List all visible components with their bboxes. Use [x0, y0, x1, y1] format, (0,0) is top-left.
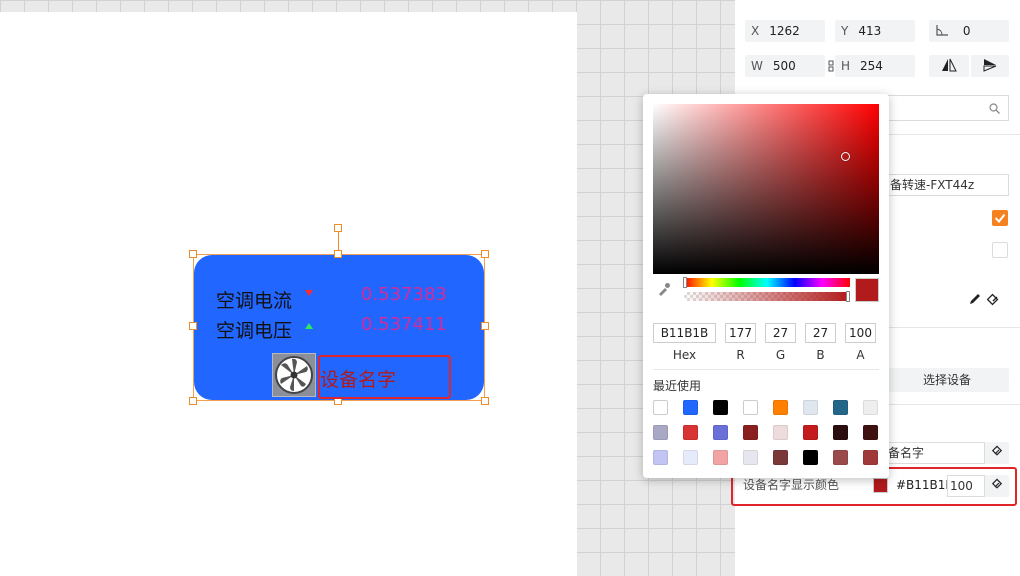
resize-handle-right[interactable]	[481, 322, 489, 330]
recent-color-swatch[interactable]	[683, 450, 698, 465]
link-icon[interactable]	[986, 291, 1003, 310]
hue-slider-thumb[interactable]	[683, 277, 687, 288]
flip-horizontal-button[interactable]	[929, 55, 969, 77]
recent-color-swatch[interactable]	[863, 425, 878, 440]
resize-handle-left[interactable]	[189, 322, 197, 330]
recent-color-swatch[interactable]	[743, 400, 758, 415]
bind-data-button-name[interactable]	[985, 442, 1009, 464]
highlight-box-device-name	[318, 355, 451, 399]
flip-vertical-button[interactable]	[971, 55, 1009, 77]
recent-color-swatch[interactable]	[713, 450, 728, 465]
width-field[interactable]: W 500	[745, 55, 825, 77]
a-label: A	[856, 348, 865, 362]
recent-color-swatch[interactable]	[803, 450, 818, 465]
flip-horizontal-icon	[942, 58, 957, 72]
b-label: B	[816, 348, 825, 362]
device-name-input[interactable]: 备名字	[885, 442, 985, 464]
color-preview-swatch	[855, 278, 879, 302]
recent-color-swatch[interactable]	[833, 425, 848, 440]
link-icon	[991, 445, 1003, 456]
resize-handle-top[interactable]	[334, 250, 342, 258]
x-field[interactable]: X 1262	[745, 20, 825, 42]
eyedropper-icon[interactable]	[657, 282, 671, 300]
recent-color-swatch[interactable]	[773, 450, 788, 465]
hex-label: Hex	[672, 348, 697, 362]
color-picker-popup: B11B1B 177 27 27 100 Hex R G B A 最近使用	[643, 94, 889, 478]
resize-handle-top-right[interactable]	[481, 250, 489, 258]
rotation-field[interactable]: 0	[929, 20, 1009, 42]
recent-color-swatch[interactable]	[863, 450, 878, 465]
recent-color-swatch[interactable]	[653, 450, 668, 465]
checkbox-checked[interactable]	[992, 210, 1008, 226]
g-input[interactable]: 27	[765, 323, 796, 343]
select-device-button[interactable]: 选择设备	[885, 368, 1009, 392]
y-field[interactable]: Y 413	[835, 20, 915, 42]
recent-color-swatch[interactable]	[713, 400, 728, 415]
r-label: R	[736, 348, 745, 362]
edit-icon[interactable]	[968, 292, 982, 309]
current-value: 0.537383	[361, 284, 447, 305]
angle-icon	[935, 24, 953, 38]
down-arrow-icon	[305, 289, 313, 299]
recent-color-swatch[interactable]	[833, 400, 848, 415]
resize-handle-bottom-left[interactable]	[189, 397, 197, 405]
fan-icon	[272, 353, 316, 397]
recent-color-swatch[interactable]	[803, 425, 818, 440]
flip-vertical-icon	[983, 59, 997, 72]
recent-color-swatch[interactable]	[863, 400, 878, 415]
saturation-value-area[interactable]	[653, 104, 879, 274]
recent-color-swatch[interactable]	[773, 400, 788, 415]
alpha-slider-thumb[interactable]	[846, 291, 850, 302]
up-arrow-icon	[305, 322, 313, 332]
voltage-value: 0.537411	[361, 314, 447, 335]
r-input[interactable]: 177	[725, 323, 756, 343]
current-label: 空调电流	[216, 290, 293, 312]
recent-color-swatch[interactable]	[833, 450, 848, 465]
voltage-label: 空调电压	[216, 320, 293, 342]
resize-handle-top-left[interactable]	[189, 250, 197, 258]
recent-color-swatch[interactable]	[803, 400, 818, 415]
g-label: G	[775, 348, 786, 362]
recent-color-swatch[interactable]	[773, 425, 788, 440]
recent-color-swatch[interactable]	[653, 425, 668, 440]
alpha-slider[interactable]	[684, 292, 850, 301]
lock-ratio-icon[interactable]	[828, 60, 834, 75]
hex-input[interactable]: B11B1B	[653, 323, 716, 343]
height-field[interactable]: H 254	[835, 55, 915, 77]
resize-handle-bottom-right[interactable]	[481, 397, 489, 405]
rotation-handle[interactable]	[334, 224, 342, 232]
color-cursor[interactable]	[841, 152, 850, 161]
recent-color-swatch[interactable]	[683, 400, 698, 415]
divider	[653, 369, 879, 370]
a-input[interactable]: 100	[845, 323, 876, 343]
recent-color-swatch[interactable]	[683, 425, 698, 440]
device-id-input[interactable]: 备转速-FXT44z	[885, 174, 1009, 196]
recent-color-swatch[interactable]	[713, 425, 728, 440]
recent-color-swatch[interactable]	[743, 425, 758, 440]
checkbox-unchecked[interactable]	[992, 242, 1008, 258]
b-input[interactable]: 27	[805, 323, 836, 343]
hue-slider[interactable]	[684, 278, 850, 287]
search-icon	[989, 100, 1000, 120]
recent-colors-label: 最近使用	[653, 379, 702, 393]
recent-color-swatch[interactable]	[653, 400, 668, 415]
recent-color-swatch[interactable]	[743, 450, 758, 465]
